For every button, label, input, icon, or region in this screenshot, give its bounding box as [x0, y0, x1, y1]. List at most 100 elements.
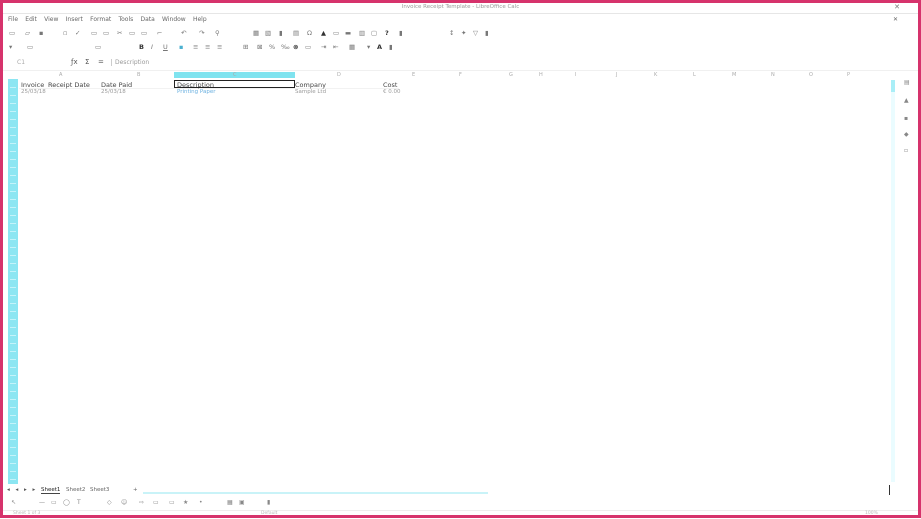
cell-a2[interactable]: 25/03/18	[21, 89, 46, 95]
font-name-box[interactable]: ▭	[27, 43, 33, 51]
column-header-h[interactable]: H	[539, 72, 543, 78]
align-left-icon[interactable]: ≡	[193, 43, 198, 51]
sidebar-gallery-icon[interactable]: ▪	[904, 115, 908, 122]
rectangle-icon[interactable]: ▭	[51, 499, 57, 506]
basic-shapes-icon[interactable]: ◇	[107, 499, 112, 506]
help-icon[interactable]: ?	[385, 29, 389, 37]
menu-view[interactable]: View	[44, 14, 58, 25]
wrap-text-icon[interactable]: ⊞	[243, 43, 248, 51]
ellipse-icon[interactable]: ◯	[63, 499, 70, 506]
export-pdf-icon[interactable]: ▫	[63, 29, 67, 37]
insert-chart-icon[interactable]: ▮	[279, 29, 283, 37]
sheet-tab-2[interactable]: Sheet2	[66, 487, 85, 493]
text-box-icon[interactable]: T	[77, 499, 81, 506]
print-icon[interactable]: ✓	[75, 29, 80, 37]
cell-a1[interactable]: Invoice	[21, 81, 44, 89]
conditional-format-icon[interactable]: ▮	[389, 43, 393, 51]
font-color-dropdown-icon[interactable]: A	[377, 43, 382, 51]
copy-icon[interactable]: ▭	[129, 29, 135, 37]
undo-icon[interactable]: ↶	[181, 29, 186, 37]
arrows-shapes-icon[interactable]: ⇨	[139, 499, 144, 506]
cell-e1[interactable]: Company	[295, 81, 326, 89]
new-document-icon[interactable]: ▭	[9, 29, 15, 37]
cell-f2[interactable]: € 0.00	[383, 89, 401, 95]
cell-f1[interactable]: Cost	[383, 81, 397, 89]
column-header-b[interactable]: B	[137, 72, 140, 78]
document-close-icon[interactable]: ✕	[893, 14, 898, 25]
add-decimal-icon[interactable]: ⇥	[321, 43, 326, 51]
find-icon[interactable]: ⚲	[215, 29, 220, 37]
column-header-c[interactable]: C	[233, 72, 237, 78]
italic-icon[interactable]: I	[151, 43, 153, 51]
window-close-icon[interactable]: ✕	[894, 3, 900, 11]
symbol-shapes-icon[interactable]: ☺	[121, 499, 127, 506]
save-icon[interactable]: ▪	[39, 29, 43, 37]
column-header-e[interactable]: E	[412, 72, 415, 78]
fontwork-icon[interactable]: ▦	[227, 499, 233, 506]
clone-format-icon[interactable]: ⌐	[157, 29, 162, 37]
align-right-icon[interactable]: ≡	[217, 43, 222, 51]
cell-d2[interactable]: Printing Paper	[177, 89, 215, 95]
menu-edit[interactable]: Edit	[25, 14, 37, 25]
column-header-p[interactable]: P	[847, 72, 850, 78]
sidebar-properties-icon[interactable]: ▤	[904, 79, 910, 86]
vertical-scrollbar-thumb[interactable]	[891, 80, 895, 92]
active-cell-cursor[interactable]	[174, 80, 295, 88]
format-number-icon[interactable]: ⊗	[293, 43, 298, 51]
menu-data[interactable]: Data	[140, 14, 154, 25]
name-box[interactable]: C1	[17, 59, 25, 66]
pivot-table-icon[interactable]: ▤	[293, 29, 299, 37]
bold-icon[interactable]: B	[139, 43, 144, 51]
horizontal-scrollbar[interactable]	[143, 492, 488, 494]
menu-tools[interactable]: Tools	[118, 14, 133, 25]
add-sheet-button[interactable]: +	[133, 487, 138, 493]
merge-cells-icon[interactable]: ⊠	[257, 43, 262, 51]
comment-icon[interactable]: ▭	[333, 29, 339, 37]
function-wizard-icon[interactable]: ƒx	[71, 58, 78, 66]
menu-window[interactable]: Window	[162, 14, 186, 25]
borders-icon[interactable]: ▦	[349, 43, 355, 51]
background-color-icon[interactable]: ▾	[367, 43, 370, 51]
line-icon[interactable]: —	[39, 499, 45, 506]
column-header-o[interactable]: O	[809, 72, 813, 78]
sidebar-navigator-icon[interactable]: ◆	[904, 131, 909, 138]
align-center-icon[interactable]: ≡	[205, 43, 210, 51]
sheet-tab-3[interactable]: Sheet3	[90, 487, 109, 493]
status-zoom[interactable]: 100%	[865, 511, 878, 516]
column-header-g[interactable]: G	[509, 72, 513, 78]
flowchart-icon[interactable]: ▭	[153, 499, 159, 506]
column-header-j[interactable]: J	[616, 72, 617, 78]
spreadsheet-grid[interactable]	[19, 79, 895, 484]
format-date-icon[interactable]: ▭	[305, 43, 311, 51]
status-page-style[interactable]: Default	[261, 511, 277, 516]
column-header-f[interactable]: F	[459, 72, 462, 78]
cell-e2[interactable]: Sample Ltd	[295, 89, 326, 95]
format-percent-icon[interactable]: ‰	[281, 43, 290, 51]
cell-b1[interactable]: Receipt Date	[48, 81, 90, 89]
column-header-m[interactable]: M	[732, 72, 736, 78]
sheet-tab-1[interactable]: Sheet1	[41, 487, 61, 494]
hyperlink-icon[interactable]: ▲	[321, 29, 326, 37]
freeze-rows-icon[interactable]: ▥	[359, 29, 365, 37]
cut-icon[interactable]: ✂	[117, 29, 122, 37]
redo-icon[interactable]: ↷	[199, 29, 204, 37]
delete-decimal-icon[interactable]: ⇤	[333, 43, 338, 51]
toggle-extrusion-icon[interactable]: ▮	[267, 499, 270, 506]
menu-insert[interactable]: Insert	[66, 14, 83, 25]
sidebar-toggle-icon[interactable]: ▮	[485, 29, 489, 37]
header-footer-icon[interactable]: ▬	[345, 29, 351, 37]
split-window-icon[interactable]: ▢	[371, 29, 377, 37]
spellcheck-icon[interactable]: ▭	[103, 29, 109, 37]
callouts-icon[interactable]: ▭	[169, 499, 175, 506]
insert-table-icon[interactable]: ▦	[253, 29, 259, 37]
column-header-k[interactable]: K	[654, 72, 657, 78]
menu-help[interactable]: Help	[193, 14, 207, 25]
sidebar-styles-icon[interactable]: ▲	[904, 97, 909, 104]
sort-icon[interactable]: ↕	[449, 29, 454, 37]
insert-image-icon[interactable]: ▧	[265, 29, 271, 37]
column-header-l[interactable]: L	[693, 72, 696, 78]
column-header-a[interactable]: A	[59, 72, 62, 78]
styles-dropdown-icon[interactable]: ▾	[9, 43, 12, 51]
sum-icon[interactable]: Σ	[85, 58, 89, 66]
column-header-n[interactable]: N	[771, 72, 775, 78]
